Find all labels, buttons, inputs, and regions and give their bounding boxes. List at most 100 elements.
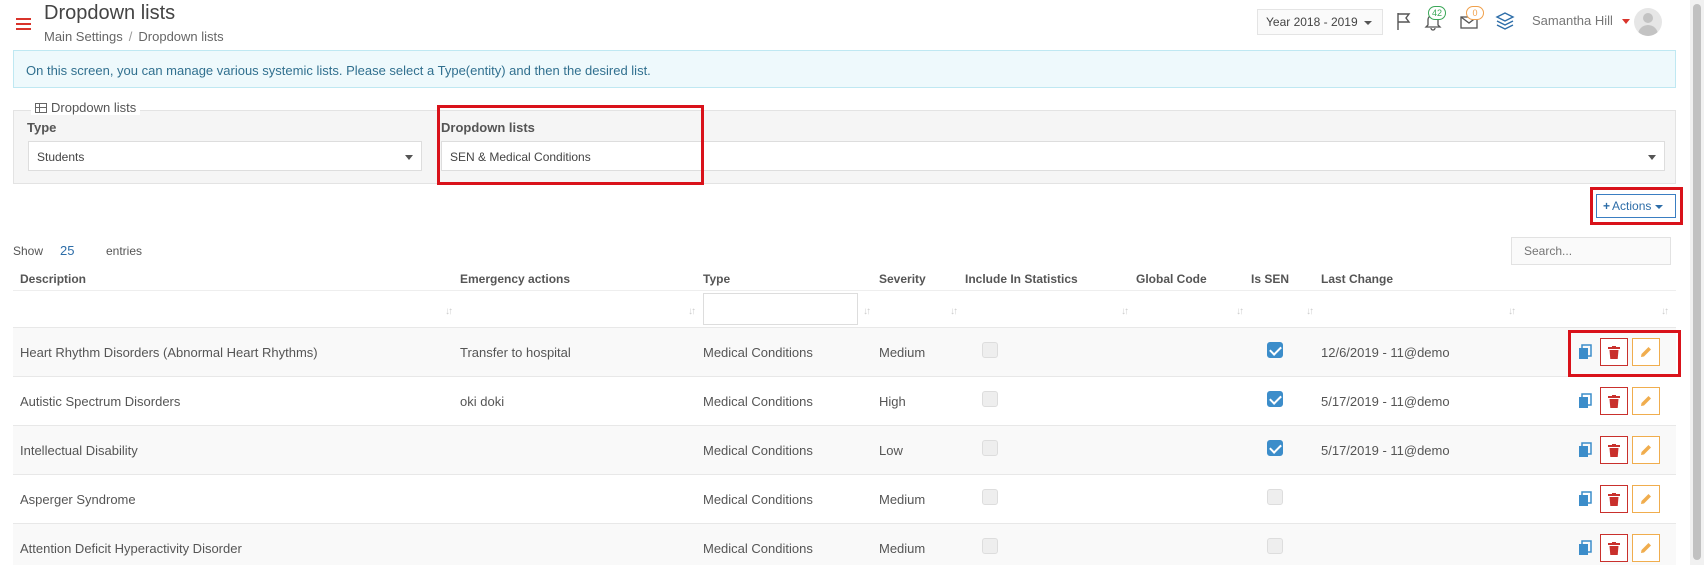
column-header-description[interactable]: Description [20, 272, 86, 286]
chevron-down-icon [1655, 204, 1664, 209]
pencil-icon [1641, 396, 1651, 406]
chevron-down-icon[interactable] [1622, 19, 1630, 24]
page-size-select[interactable]: 25 [60, 243, 74, 258]
trash-icon [1608, 542, 1620, 555]
column-header-type[interactable]: Type [703, 272, 730, 286]
cell-type: Medical Conditions [703, 345, 813, 360]
edit-button[interactable] [1632, 485, 1660, 513]
sort-icon[interactable]: ↓↑ [1306, 306, 1314, 317]
info-alert: On this screen, you can manage various s… [13, 50, 1676, 88]
table-icon [35, 103, 47, 113]
is-sen-checkbox[interactable] [1267, 440, 1283, 456]
sort-icon[interactable]: ↓↑ [1508, 306, 1516, 317]
sort-icon[interactable]: ↓↑ [950, 306, 958, 317]
cell-emergency-actions: Transfer to hospital [460, 345, 571, 360]
trash-icon [1608, 493, 1620, 506]
delete-button[interactable] [1600, 436, 1628, 464]
type-filter-input[interactable] [703, 293, 858, 325]
pencil-icon [1641, 543, 1651, 553]
cell-last-change: 5/17/2019 - 11@demo [1321, 443, 1450, 458]
type-label: Type [27, 120, 57, 135]
is-sen-checkbox[interactable] [1267, 489, 1283, 505]
sort-icon[interactable]: ↓↑ [1121, 306, 1129, 317]
dropdown-list-select-value: SEN & Medical Conditions [450, 150, 591, 164]
column-header-global-code[interactable]: Global Code [1136, 272, 1207, 286]
show-label: Show [13, 244, 44, 258]
column-header-last-change[interactable]: Last Change [1321, 272, 1393, 286]
edit-button[interactable] [1632, 338, 1660, 366]
cell-type: Medical Conditions [703, 394, 813, 409]
hamburger-icon[interactable] [16, 18, 31, 30]
include-statistics-checkbox[interactable] [982, 489, 998, 505]
cell-last-change: 12/6/2019 - 11@demo [1321, 345, 1450, 360]
cell-type: Medical Conditions [703, 443, 813, 458]
search-input[interactable] [1511, 237, 1671, 265]
chevron-down-icon [1648, 155, 1656, 160]
cell-severity: Medium [879, 492, 926, 507]
is-sen-checkbox[interactable] [1267, 538, 1283, 554]
include-statistics-checkbox[interactable] [982, 440, 998, 456]
layers-icon[interactable] [1494, 10, 1516, 32]
cell-description: Attention Deficit Hyperactivity Disorder [20, 541, 242, 556]
cell-severity: High [879, 394, 906, 409]
column-header-severity[interactable]: Severity [879, 272, 926, 286]
delete-button[interactable] [1600, 534, 1628, 562]
sort-icon[interactable]: ↓↑ [688, 306, 696, 317]
delete-button[interactable] [1600, 485, 1628, 513]
actions-button[interactable]: + Actions [1596, 194, 1676, 218]
column-header-emergency-actions[interactable]: Emergency actions [460, 272, 570, 286]
dropdown-list-select[interactable]: SEN & Medical Conditions [441, 141, 1665, 171]
page-title: Dropdown lists [44, 2, 176, 24]
include-statistics-checkbox[interactable] [982, 391, 998, 407]
copy-icon[interactable] [1578, 491, 1592, 507]
pencil-icon [1641, 494, 1651, 504]
top-header: Dropdown lists Main Settings / Dropdown li… [0, 0, 1690, 48]
copy-icon[interactable] [1578, 442, 1592, 458]
dropdown-list-label: Dropdown lists [441, 120, 535, 135]
copy-icon[interactable] [1578, 344, 1592, 360]
include-statistics-checkbox[interactable] [982, 538, 998, 554]
type-select[interactable]: Students [28, 141, 422, 171]
year-select-value: Year 2018 - 2019 [1266, 15, 1358, 29]
avatar[interactable] [1634, 8, 1662, 36]
edit-button[interactable] [1632, 387, 1660, 415]
sort-icon[interactable]: ↓↑ [1236, 306, 1244, 317]
plus-icon: + [1603, 199, 1611, 213]
sort-icon[interactable]: ↓↑ [863, 306, 871, 317]
delete-button[interactable] [1600, 338, 1628, 366]
cell-severity: Low [879, 443, 903, 458]
cell-severity: Medium [879, 541, 926, 556]
trash-icon [1608, 395, 1620, 408]
user-name[interactable]: Samantha Hill [1532, 13, 1613, 28]
year-select[interactable]: Year 2018 - 2019 [1257, 9, 1383, 35]
scrollbar[interactable] [1690, 0, 1704, 565]
is-sen-checkbox[interactable] [1267, 342, 1283, 358]
edit-button[interactable] [1632, 436, 1660, 464]
column-header-include-in-statistics[interactable]: Include In Statistics [965, 272, 1078, 286]
edit-button[interactable] [1632, 534, 1660, 562]
sort-icon[interactable]: ↓↑ [1661, 306, 1669, 317]
filter-legend-text: Dropdown lists [51, 100, 137, 115]
delete-button[interactable] [1600, 387, 1628, 415]
sort-icon[interactable]: ↓↑ [445, 306, 453, 317]
breadcrumb: Main Settings / Dropdown lists [44, 29, 224, 44]
is-sen-checkbox[interactable] [1267, 391, 1283, 407]
include-statistics-checkbox[interactable] [982, 342, 998, 358]
column-header-is-sen[interactable]: Is SEN [1251, 272, 1289, 286]
breadcrumb-main-settings[interactable]: Main Settings [44, 29, 123, 44]
pencil-icon [1641, 347, 1651, 357]
entries-label: entries [106, 244, 143, 258]
cell-type: Medical Conditions [703, 492, 813, 507]
copy-icon[interactable] [1578, 393, 1592, 409]
flag-icon[interactable] [1393, 10, 1415, 32]
chevron-down-icon [405, 155, 413, 160]
cell-description: Heart Rhythm Disorders (Abnormal Heart R… [20, 345, 318, 360]
copy-icon[interactable] [1578, 540, 1592, 556]
table-row: Heart Rhythm Disorders (Abnormal Heart R… [13, 328, 1676, 377]
cell-emergency-actions: oki doki [460, 394, 505, 409]
breadcrumb-dropdown-lists: Dropdown lists [138, 29, 224, 44]
notifications-badge: 42 [1428, 6, 1446, 20]
actions-label: Actions [1612, 199, 1652, 213]
type-select-value: Students [37, 150, 85, 164]
cell-description: Asperger Syndrome [20, 492, 136, 507]
